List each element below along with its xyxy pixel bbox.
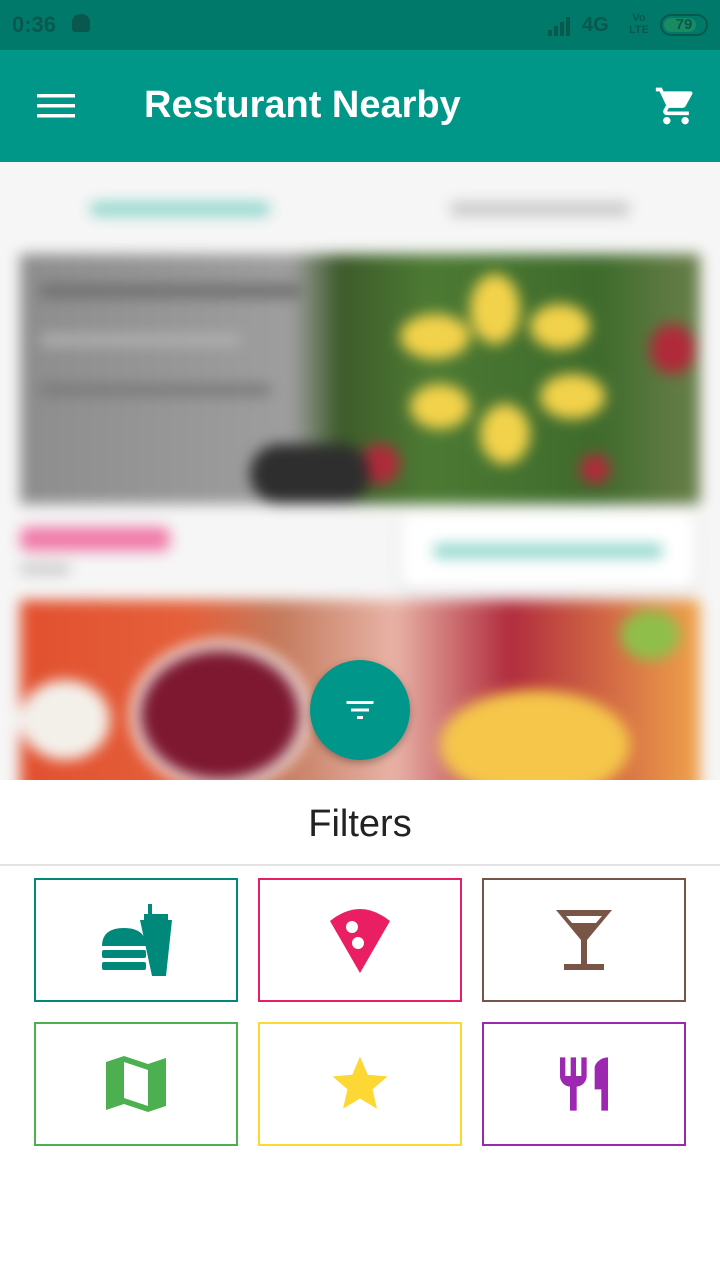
tab-map-placeholder <box>450 202 630 216</box>
tab-list-placeholder <box>90 202 270 216</box>
hamburger-menu-icon <box>37 94 75 118</box>
filter-tile-pizza[interactable] <box>258 878 462 1002</box>
filters-title: Filters <box>0 780 720 866</box>
pizza-icon <box>330 909 390 973</box>
restaurant-icon <box>560 1057 608 1111</box>
status-time: 0:36 <box>12 12 57 37</box>
card-subtitle-placeholder <box>20 564 70 574</box>
cocktail-icon <box>556 910 612 970</box>
delivery-time-chip <box>400 512 696 590</box>
battery-icon: 79 <box>660 14 708 36</box>
filters-bottom-sheet: Filters <box>0 780 720 1280</box>
star-icon <box>332 1056 388 1109</box>
android-notification-icon <box>72 14 90 32</box>
app-bar: Resturant Nearby <box>0 50 720 162</box>
menu-button[interactable] <box>24 80 88 132</box>
filter-tile-drinks[interactable] <box>482 878 686 1002</box>
filter-tile-map[interactable] <box>34 1022 238 1146</box>
battery-percent: 79 <box>675 16 693 33</box>
fast-food-icon <box>102 904 172 976</box>
filter-fab-button[interactable] <box>310 660 410 760</box>
network-type: 4G <box>582 14 609 36</box>
filter-icon <box>346 701 374 719</box>
map-icon <box>106 1056 166 1112</box>
signal-strength-icon <box>548 17 570 36</box>
shopping-cart-icon <box>655 87 693 125</box>
volte-indicator: Vo LTE <box>629 12 649 36</box>
filter-tile-restaurant[interactable] <box>482 1022 686 1146</box>
filter-tile-rating[interactable] <box>258 1022 462 1146</box>
app-title: Resturant Nearby <box>144 84 461 126</box>
status-bar: 0:36 4G Vo LTE 79 <box>0 0 720 50</box>
card-title-placeholder <box>20 527 170 551</box>
restaurant-card-image <box>20 254 700 504</box>
filter-tile-fast-food[interactable] <box>34 878 238 1002</box>
cart-button[interactable] <box>648 80 704 132</box>
